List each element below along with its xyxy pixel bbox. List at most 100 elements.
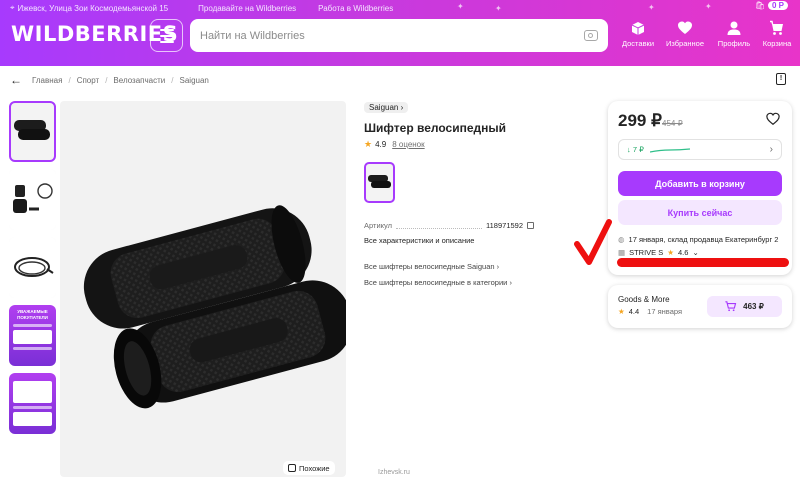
alt-add-to-cart-button[interactable]: 463 ₽ — [707, 296, 782, 317]
alt-seller-name: Goods & More — [618, 295, 670, 304]
product-title: Шифтер велосипедный — [364, 121, 506, 135]
buy-now-button[interactable]: Купить сейчас — [618, 200, 782, 225]
bag-icon: 🛍 — [754, 1, 765, 10]
cart-sum: 0 Р — [767, 1, 788, 10]
snowflake-icon: ✦ — [648, 3, 655, 12]
topbar: ⌖ Ижевск, Улица Зои Космодемьянской 15 П… — [10, 2, 393, 14]
red-highlight-annotation — [617, 258, 789, 267]
search-input[interactable] — [200, 29, 584, 42]
category-link[interactable]: Все шифтеры велосипедные в категории › — [364, 278, 512, 287]
thumbnail-promo-2[interactable] — [9, 373, 56, 434]
thumbnail-list: УВАЖАЕМЫЕ ПОКУПАТЕЛИ — [9, 101, 57, 441]
rating-value: 4.9 — [375, 140, 387, 149]
snowflake-icon: ✦ — [705, 2, 712, 11]
thumbnail-cable[interactable] — [9, 237, 56, 298]
seller-rating: 4.6 — [678, 248, 689, 257]
delivery-info: ◍ 17 января, склад продавца Екатеринбург… — [618, 235, 778, 244]
nav-deliveries[interactable]: Доставки — [614, 20, 662, 48]
promo-card — [13, 412, 52, 426]
seller-name: STRIVE S — [629, 248, 664, 257]
copy-icon[interactable] — [527, 222, 534, 229]
site-header: ⌖ Ижевск, Улица Зои Космодемьянской 15 П… — [0, 0, 800, 66]
seller-info[interactable]: ▦ STRIVE S ★ 4.6 ⌄ — [618, 248, 699, 257]
cart-icon — [769, 20, 785, 39]
chevron-right-icon: › — [769, 144, 773, 155]
star-icon: ★ — [667, 248, 675, 257]
breadcrumb-item[interactable]: Велозапчасти — [113, 76, 165, 85]
price-history[interactable]: ↓ 7 ₽ › — [618, 139, 782, 160]
camera-search-icon[interactable] — [584, 30, 598, 41]
warehouse-icon: ◍ — [618, 235, 625, 244]
promo-card — [13, 381, 52, 403]
nav-label: Корзина — [762, 39, 792, 48]
bicycle-grips-image — [83, 205, 353, 409]
brand-link[interactable]: Saiguan › — [364, 102, 409, 113]
product-main-image[interactable] — [60, 101, 353, 477]
nav-label: Избранное — [665, 39, 704, 48]
promo-card — [13, 330, 52, 344]
breadcrumb-item[interactable]: Главная — [32, 76, 62, 85]
dotted-leader — [395, 222, 483, 229]
add-to-cart-button[interactable]: Добавить в корзину — [618, 171, 782, 196]
breadcrumb-item[interactable]: Saiguan — [180, 76, 209, 85]
back-arrow-icon[interactable]: ← — [10, 73, 22, 87]
similar-button[interactable]: Похожие — [283, 461, 335, 475]
user-icon — [726, 20, 742, 39]
reviews-link[interactable]: 8 оценок — [392, 140, 424, 149]
current-price: 299 ₽ — [618, 111, 662, 130]
breadcrumb-item[interactable]: Спорт — [77, 76, 100, 85]
breadcrumb-separator: / — [171, 75, 174, 85]
article-value: 118971592 — [486, 221, 523, 230]
delivery-box-icon — [630, 20, 646, 39]
promo-line — [13, 406, 52, 409]
menu-icon-line — [159, 28, 174, 31]
favorite-heart-icon[interactable] — [766, 112, 780, 126]
chevron-right-icon: › — [509, 278, 512, 287]
work-link[interactable]: Работа в Wildberries — [318, 4, 393, 13]
red-checkmark-annotation — [574, 219, 612, 265]
thumbnail-shifter[interactable] — [9, 169, 56, 230]
article-row: Артикул 118971592 — [364, 221, 534, 230]
similar-icon — [288, 464, 296, 472]
star-icon: ★ — [618, 307, 625, 316]
article-label: Артикул — [364, 221, 392, 230]
promo-line — [13, 347, 52, 350]
menu-icon-line — [159, 34, 174, 37]
breadcrumb-separator: / — [105, 75, 108, 85]
alt-rating: 4.4 — [628, 307, 640, 316]
thumbnail-promo[interactable]: УВАЖАЕМЫЕ ПОКУПАТЕЛИ — [9, 305, 56, 366]
menu-button[interactable] — [150, 19, 183, 52]
all-characteristics-link[interactable]: Все характеристики и описание — [364, 236, 474, 245]
snowflake-icon: ✦ — [457, 2, 464, 11]
chevron-right-icon: › — [496, 262, 500, 271]
breadcrumb: ← Главная / Спорт / Велозапчасти / Saigu… — [10, 73, 209, 87]
alternative-offer-card[interactable]: Goods & More ★ 4.4 17 января 463 ₽ — [608, 285, 792, 328]
trend-sparkline-icon — [649, 147, 690, 153]
menu-icon-line — [159, 40, 174, 43]
heart-icon — [677, 20, 693, 39]
thumbnail-grips[interactable] — [9, 101, 56, 162]
report-icon[interactable]: ! — [776, 73, 786, 85]
nav-cart[interactable]: Корзина — [753, 20, 800, 48]
similar-label: Похожие — [299, 463, 330, 473]
cart-icon — [725, 301, 737, 312]
alt-offer-meta: ★ 4.4 17 января — [618, 307, 682, 316]
alt-date: 17 января — [647, 307, 683, 316]
cart-mini[interactable]: 🛍 0 Р — [755, 1, 788, 10]
sell-link[interactable]: Продавайте на Wildberries — [198, 4, 296, 13]
nav-profile[interactable]: Профиль — [710, 20, 758, 48]
watermark: Izhevsk.ru — [378, 469, 410, 476]
alt-price: 463 ₽ — [743, 302, 764, 311]
link-label: Все шифтеры велосипедные Saiguan — [364, 262, 495, 271]
promo-text: УВАЖАЕМЫЕ ПОКУПАТЕЛИ — [17, 309, 48, 320]
address-link[interactable]: Ижевск, Улица Зои Космодемьянской 15 — [18, 4, 169, 13]
old-price: 454 ₽ — [662, 119, 683, 128]
link-label: Все шифтеры велосипедные в категории — [364, 278, 508, 287]
delivery-text: 17 января, склад продавца Екатеринбург 2 — [628, 235, 779, 244]
snowflake-icon: ✦ — [495, 4, 502, 13]
nav-label: Доставки — [621, 39, 655, 48]
brand-name: Saiguan — [369, 103, 399, 112]
brand-category-link[interactable]: Все шифтеры велосипедные Saiguan › — [364, 262, 499, 271]
nav-favorites[interactable]: Избранное — [661, 20, 709, 48]
color-variant[interactable] — [364, 162, 395, 203]
